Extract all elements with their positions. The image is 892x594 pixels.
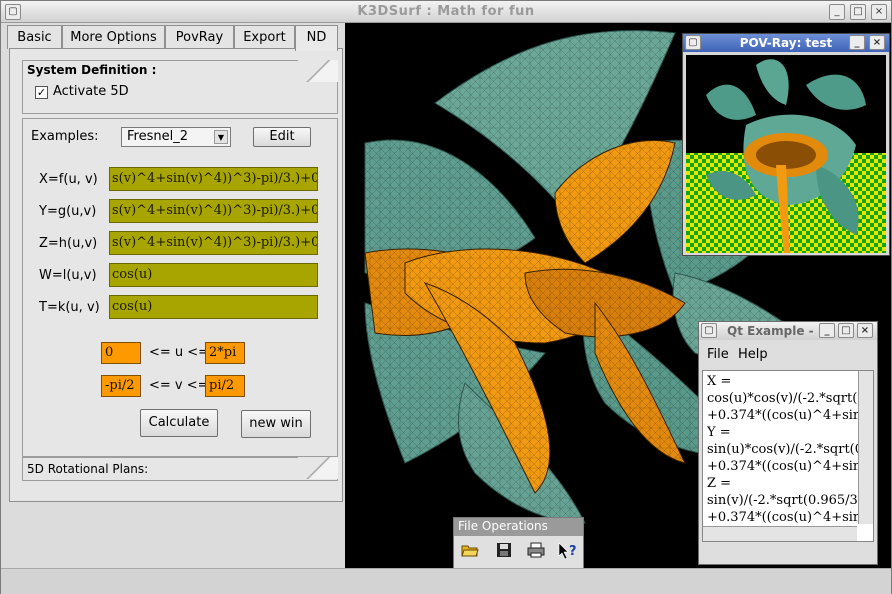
maximize-icon[interactable]: □: [850, 4, 866, 20]
group-corner-decoration: [298, 457, 338, 479]
whats-this-icon[interactable]: ?: [556, 542, 580, 564]
qt-title-bar: ▢ Qt Example - _ □ ×: [699, 322, 877, 340]
system-definition-title: System Definition :: [27, 63, 157, 77]
text-line: sin(u)*cos(v)/(-2.*sqrt(0.965: [707, 442, 874, 457]
title-bar: ▢ K3DSurf : Math for fun _ □ ×: [1, 1, 891, 23]
v-range-label: <= v <=: [149, 378, 209, 393]
close-icon[interactable]: ×: [869, 35, 885, 50]
window-menu-icon[interactable]: ▢: [701, 323, 717, 338]
activate-5d-label: Activate 5D: [53, 84, 129, 99]
calculate-button[interactable]: Calculate: [140, 409, 218, 437]
formula-text-view[interactable]: X = cos(u)*cos(v)/(-2.*sqrt(0.965 +0.374…: [702, 370, 874, 542]
file-operations-toolbar: File Operations ?: [453, 517, 584, 569]
formula-y-label: Y=g(u,v): [39, 204, 97, 219]
examples-selected-value: Fresnel_2: [127, 129, 188, 144]
text-line: cos(u)*cos(v)/(-2.*sqrt(0.965: [707, 391, 873, 406]
text-line: +0.374*((cos(u)^4+sin(u)^4: [707, 408, 873, 423]
text-line: Y =: [707, 425, 731, 440]
formula-group: Examples: Fresnel_2 ▼ Edit X=f(u, v) s(v…: [22, 118, 338, 457]
print-icon[interactable]: [524, 542, 548, 564]
povray-render: [686, 55, 886, 253]
qt-title: Qt Example -: [727, 324, 814, 338]
text-line: sin(v)/(-2.*sqrt(0.965/3.-0.9: [707, 493, 874, 508]
povray-image: [686, 55, 886, 253]
menu-file[interactable]: File: [707, 347, 729, 362]
horizontal-scrollbar[interactable]: [703, 526, 857, 541]
file-operations-title: File Operations: [454, 518, 583, 536]
text-line: +0.374*((cos(u)^4+sin(u)^4: [707, 510, 873, 525]
examples-label: Examples:: [31, 129, 99, 144]
open-folder-icon[interactable]: [458, 542, 482, 564]
qt-menu-bar: File Help: [699, 343, 877, 365]
close-icon[interactable]: ×: [871, 4, 887, 20]
group-corner-decoration: [298, 60, 338, 82]
tab-povray[interactable]: PovRay: [165, 25, 234, 49]
svg-text:?: ?: [569, 544, 577, 559]
v-min-input[interactable]: -pi/2: [101, 375, 141, 397]
save-icon[interactable]: [492, 542, 516, 564]
tab-basic[interactable]: Basic: [7, 25, 62, 49]
formula-w-input[interactable]: cos(u): [109, 263, 318, 287]
menu-help[interactable]: Help: [738, 347, 768, 362]
tab-nd[interactable]: ND: [295, 25, 338, 51]
tab-export[interactable]: Export: [234, 25, 295, 49]
text-line: Z =: [707, 476, 732, 491]
povray-title-bar: ▢ POV-Ray: test _ ×: [683, 34, 889, 52]
status-bar: [1, 568, 891, 594]
formula-z-input[interactable]: s(v)^4+sin(v)^4))^3)-pi)/3.)+0.87: [109, 231, 318, 255]
formula-w-label: W=l(u,v): [39, 268, 97, 283]
minimize-icon[interactable]: _: [849, 35, 865, 50]
edit-button[interactable]: Edit: [253, 127, 311, 147]
u-max-input[interactable]: 2*pi: [205, 342, 245, 364]
text-line: X =: [707, 374, 732, 389]
u-min-input[interactable]: 0: [101, 342, 141, 364]
vertical-scrollbar[interactable]: [858, 371, 873, 524]
minimize-icon[interactable]: _: [829, 4, 845, 20]
rotational-plans-title: 5D Rotational Plans:: [27, 462, 149, 476]
activate-5d-checkbox[interactable]: ✓: [35, 86, 48, 99]
main-window: ▢ K3DSurf : Math for fun _ □ × Basic Mor…: [0, 0, 892, 594]
formula-t-input[interactable]: cos(u): [109, 295, 318, 319]
formula-z-label: Z=h(u,v): [39, 236, 98, 251]
minimize-icon[interactable]: _: [819, 323, 835, 338]
formula-x-label: X=f(u, v): [39, 172, 98, 187]
formula-t-label: T=k(u, v): [39, 300, 100, 315]
chevron-down-icon[interactable]: ▼: [214, 130, 228, 144]
examples-select[interactable]: Fresnel_2 ▼: [121, 127, 231, 147]
tab-more-options[interactable]: More Options: [62, 25, 165, 49]
u-range-label: <= u <=: [149, 345, 210, 360]
formula-x-input[interactable]: s(v)^4+sin(v)^4))^3)-pi)/3.)+0.87: [109, 167, 318, 191]
control-panel: Basic More Options PovRay Export ND Syst…: [3, 23, 345, 579]
maximize-icon[interactable]: □: [838, 323, 854, 338]
close-icon[interactable]: ×: [857, 323, 873, 338]
formula-y-input[interactable]: s(v)^4+sin(v)^4))^3)-pi)/3.)+0.87: [109, 199, 318, 223]
system-definition-group: System Definition : ✓ Activate 5D: [22, 60, 338, 114]
v-max-input[interactable]: pi/2: [205, 375, 245, 397]
text-line: +0.374*((cos(u)^4+sin(u)^4: [707, 459, 873, 474]
new-win-button[interactable]: new win: [241, 410, 311, 438]
povray-window[interactable]: ▢ POV-Ray: test _ ×: [682, 33, 890, 256]
qt-example-window[interactable]: ▢ Qt Example - _ □ × File Help X = cos(u…: [698, 321, 878, 565]
window-title: K3DSurf : Math for fun: [357, 4, 535, 19]
rotational-plans-group: 5D Rotational Plans:: [22, 457, 338, 481]
nd-tab-panel: System Definition : ✓ Activate 5D Exampl…: [9, 48, 343, 502]
